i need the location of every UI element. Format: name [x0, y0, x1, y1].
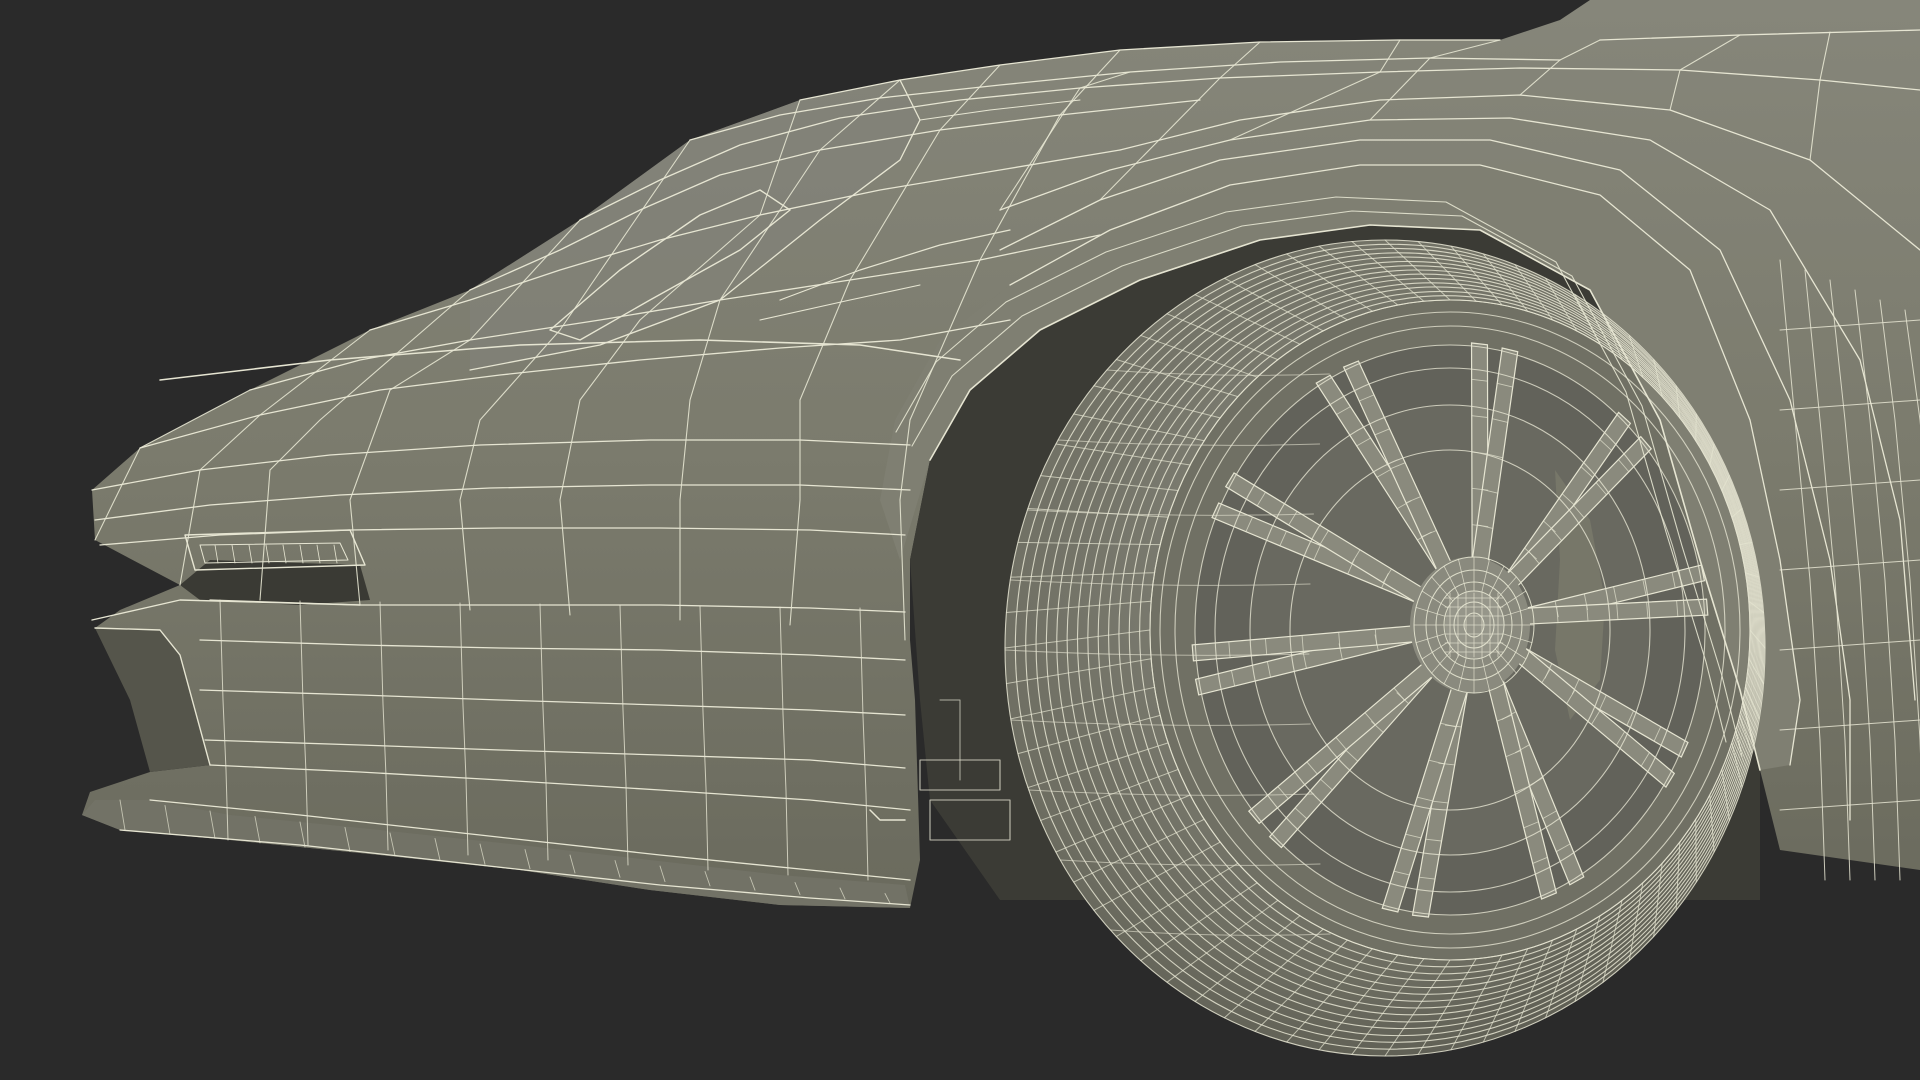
car-wireframe-render — [0, 0, 1920, 1080]
upper-intake — [180, 560, 370, 605]
render-viewport — [0, 0, 1920, 1080]
